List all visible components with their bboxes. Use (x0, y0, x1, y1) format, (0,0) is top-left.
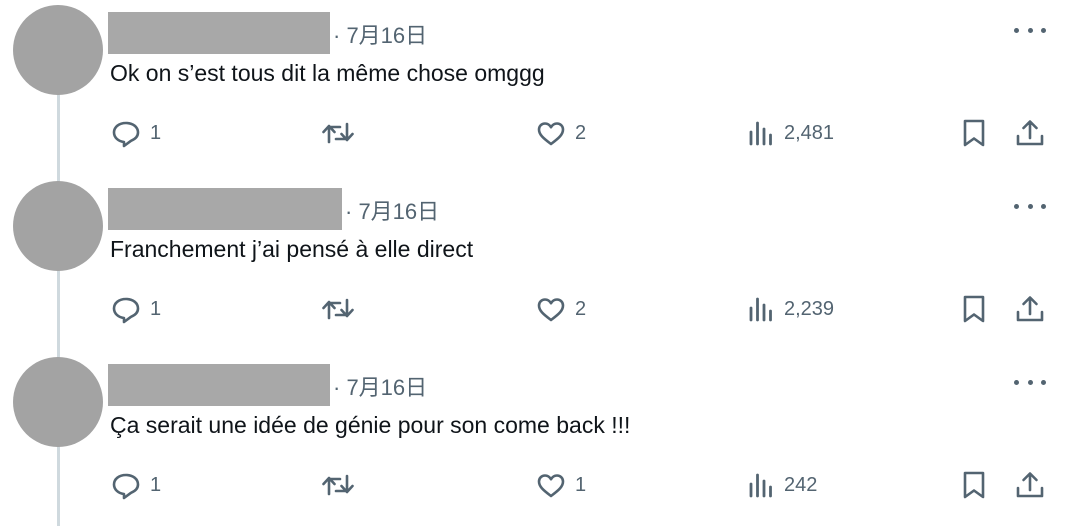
ellipsis-dot (1027, 203, 1033, 209)
like-count: 1 (575, 473, 587, 496)
retweet-arrows-icon (322, 298, 354, 320)
tweet-date[interactable]: · 7月16日 (333, 370, 427, 402)
views-button[interactable]: 242 (748, 469, 817, 501)
heart-icon (537, 474, 565, 498)
redacted-username[interactable] (108, 188, 342, 230)
share-upload-icon (1016, 296, 1044, 322)
bookmark-button[interactable] (960, 117, 988, 149)
reply-count: 1 (150, 121, 162, 144)
ellipsis-icon (1014, 203, 1019, 209)
ellipsis-icon (1014, 27, 1019, 33)
retweet-button[interactable] (320, 469, 356, 501)
share-button[interactable] (1014, 293, 1046, 325)
tweet-text: Ça serait une idée de génie pour son com… (110, 412, 631, 438)
bar-chart-icon (749, 297, 772, 322)
view-count: 2,239 (784, 297, 835, 320)
reply-count: 1 (150, 473, 162, 496)
speech-bubble-icon (112, 473, 140, 500)
bookmark-button[interactable] (960, 469, 988, 501)
ellipsis-dot (1027, 379, 1033, 385)
bookmark-icon (963, 295, 985, 323)
tweet-date[interactable]: · 7月16日 (333, 18, 427, 50)
view-count: 242 (784, 473, 818, 496)
views-button[interactable]: 2,239 (748, 293, 834, 325)
reply-tweet[interactable]: · 7月16日 Ok on s’est tous dit la même cho… (0, 0, 1080, 176)
redacted-username[interactable] (108, 12, 330, 54)
ellipsis-icon (1014, 379, 1019, 385)
tweet-date[interactable]: · 7月16日 (345, 194, 439, 226)
ellipsis-dot (1027, 27, 1033, 33)
reply-count: 1 (150, 297, 162, 320)
more-options-button[interactable] (1014, 372, 1046, 392)
reply-button[interactable]: 1 (110, 117, 161, 149)
bookmark-button[interactable] (960, 293, 988, 325)
share-button[interactable] (1014, 469, 1046, 501)
share-button[interactable] (1014, 117, 1046, 149)
views-button[interactable]: 2,481 (748, 117, 834, 149)
redacted-username[interactable] (108, 364, 330, 406)
avatar[interactable] (13, 5, 103, 95)
speech-bubble-icon (112, 121, 140, 148)
bar-chart-icon (749, 473, 772, 498)
tweet-text: Ok on s’est tous dit la même chose omggg (110, 60, 545, 86)
bookmark-icon (963, 119, 985, 147)
ellipsis-dot (1041, 379, 1046, 385)
reply-button[interactable]: 1 (110, 469, 161, 501)
heart-icon (537, 122, 565, 146)
more-options-button[interactable] (1014, 196, 1046, 216)
retweet-arrows-icon (322, 474, 354, 496)
view-count: 2,481 (784, 121, 835, 144)
avatar[interactable] (13, 357, 103, 447)
reply-tweet[interactable]: · 7月16日 Ça serait une idée de génie pour… (0, 352, 1080, 528)
retweet-arrows-icon (322, 122, 354, 144)
like-button[interactable]: 2 (535, 117, 586, 149)
more-options-button[interactable] (1014, 20, 1046, 40)
bar-chart-icon (749, 121, 772, 146)
share-upload-icon (1016, 120, 1044, 146)
reply-button[interactable]: 1 (110, 293, 161, 325)
like-count: 2 (575, 121, 587, 144)
retweet-button[interactable] (320, 293, 356, 325)
retweet-button[interactable] (320, 117, 356, 149)
like-button[interactable]: 1 (535, 469, 586, 501)
speech-bubble-icon (112, 297, 140, 324)
reply-tweet[interactable]: · 7月16日 Franchement j’ai pensé à elle di… (0, 176, 1080, 352)
bookmark-icon (963, 471, 985, 499)
heart-icon (537, 298, 565, 322)
share-upload-icon (1016, 472, 1044, 498)
like-count: 2 (575, 297, 587, 320)
tweet-text: Franchement j’ai pensé à elle direct (110, 236, 474, 262)
avatar[interactable] (13, 181, 103, 271)
like-button[interactable]: 2 (535, 293, 586, 325)
ellipsis-dot (1041, 27, 1046, 33)
ellipsis-dot (1041, 203, 1046, 209)
